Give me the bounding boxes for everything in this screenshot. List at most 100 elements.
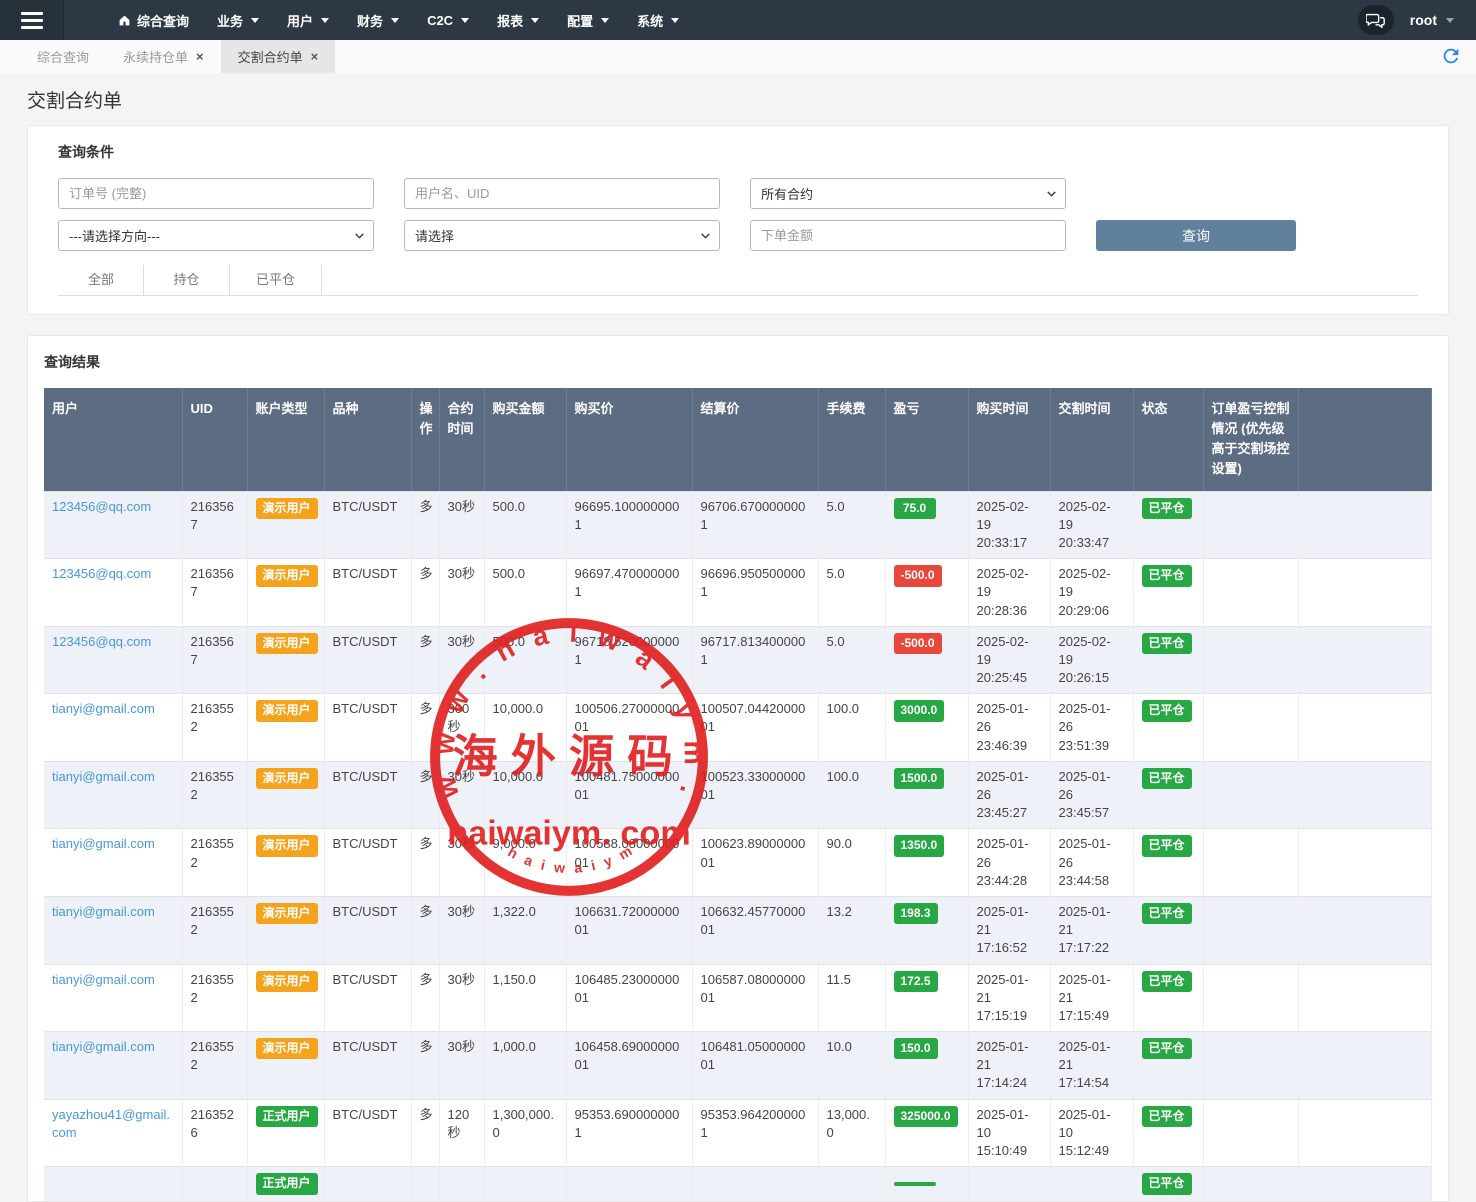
cell-account-type: 演示用户 xyxy=(247,964,324,1032)
cell-pnl-control xyxy=(1203,491,1298,559)
chevron-down-icon xyxy=(391,18,399,23)
cell-direction xyxy=(411,1167,439,1201)
cell-buy-price: 95353.6900000001 xyxy=(566,1099,692,1167)
cell-pnl: 198.3 xyxy=(885,896,968,964)
cell-uid: 2163552 xyxy=(182,1032,247,1100)
page-title: 交割合约单 xyxy=(27,86,1449,113)
cell-pnl: 150.0 xyxy=(885,1032,968,1100)
cell-status: 已平仓 xyxy=(1133,694,1203,762)
cell-contract-period: 30秒 xyxy=(439,896,484,964)
chevron-down-icon xyxy=(251,18,259,23)
cell-contract-period: 30秒 xyxy=(439,1032,484,1100)
user-email-link[interactable]: tianyi@gmail.com xyxy=(52,972,155,987)
close-tab-icon[interactable]: × xyxy=(311,50,319,63)
navbar-right: root xyxy=(1358,0,1476,40)
status-badge: 已平仓 xyxy=(1142,1038,1192,1059)
cell-buy-time: 2025-01-26 23:44:28 xyxy=(968,829,1050,897)
filter-tab-0[interactable]: 全部 xyxy=(58,265,144,295)
status-badge: 已平仓 xyxy=(1142,633,1192,654)
cell-settle-price: 96717.8134000001 xyxy=(692,626,818,694)
cell-settle-price: 100523.3300000001 xyxy=(692,761,818,829)
results-panel: 查询结果 用户UID账户类型品种操作合约时间购买金额购买价结算价手续费盈亏购买时… xyxy=(27,335,1449,1202)
cell-symbol: BTC/USDT xyxy=(324,1099,411,1167)
user-email-link[interactable]: 123456@qq.com xyxy=(52,634,151,649)
cell-symbol: BTC/USDT xyxy=(324,896,411,964)
filter-tab-1[interactable]: 持仓 xyxy=(144,265,230,295)
pnl-badge: -500.0 xyxy=(894,633,942,654)
open-tab-label: 交割合约单 xyxy=(238,47,303,66)
table-row: 123456@qq.com2163567演示用户BTC/USDT多30秒500.… xyxy=(44,626,1432,694)
table-row: yayazhou41@gmail.com2163526正式用户BTC/USDT多… xyxy=(44,1099,1432,1167)
hamburger-menu-icon[interactable] xyxy=(0,0,64,40)
cell-contract-period: 30秒 xyxy=(439,761,484,829)
open-tab-2[interactable]: 交割合约单 × xyxy=(221,40,336,73)
orders-header-row: 用户UID账户类型品种操作合约时间购买金额购买价结算价手续费盈亏购买时间交割时间… xyxy=(44,388,1432,491)
nav-menu-item-1[interactable]: 业务 xyxy=(203,0,273,40)
close-tab-icon[interactable]: × xyxy=(196,50,204,63)
nav-menu-item-2[interactable]: 用户 xyxy=(273,0,343,40)
nav-menu-item-7[interactable]: 系统 xyxy=(623,0,693,40)
cell-delivery-time: 2025-02-19 20:26:15 xyxy=(1050,626,1133,694)
user-email-link[interactable]: tianyi@gmail.com xyxy=(52,1039,155,1054)
nav-menu-item-4[interactable]: C2C xyxy=(413,0,483,40)
chat-icon[interactable] xyxy=(1358,5,1394,35)
direction-select[interactable]: ---请选择方向--- xyxy=(58,220,374,251)
cell-settle-price: 96696.9505000001 xyxy=(692,559,818,627)
search-button[interactable]: 查询 xyxy=(1096,220,1296,251)
open-tab-0[interactable]: 综合查询 xyxy=(20,40,106,73)
cell-user: tianyi@gmail.com xyxy=(44,761,182,829)
user-uid-input[interactable] xyxy=(404,178,720,209)
cell-settle-price: 100623.8900000001 xyxy=(692,829,818,897)
cell-user: yayazhou41@gmail.com xyxy=(44,1099,182,1167)
user-menu[interactable]: root xyxy=(1410,12,1454,28)
order-amount-input[interactable] xyxy=(750,220,1066,251)
cell-uid: 2163567 xyxy=(182,491,247,559)
open-tab-1[interactable]: 永续持仓单× xyxy=(106,40,221,73)
cell-buy-amount: 1,000.0 xyxy=(484,1032,566,1100)
nav-menu-item-3[interactable]: 财务 xyxy=(343,0,413,40)
query-panel: 查询条件 所有合约 ---请选择方向--- 请选择 查询 xyxy=(27,125,1449,315)
user-email-link[interactable]: 123456@qq.com xyxy=(52,566,151,581)
user-email-link[interactable]: yayazhou41@gmail.com xyxy=(52,1107,170,1140)
user-email-link[interactable]: tianyi@gmail.com xyxy=(52,769,155,784)
cell-settle-price: 106587.0800000001 xyxy=(692,964,818,1032)
cell-delivery-time: 2025-01-26 23:45:57 xyxy=(1050,761,1133,829)
user-email-link[interactable]: 123456@qq.com xyxy=(52,499,151,514)
cell-contract-period: 30秒 xyxy=(439,964,484,1032)
cell-user: tianyi@gmail.com xyxy=(44,964,182,1032)
chevron-down-icon xyxy=(1446,18,1454,23)
cell-uid: 2163552 xyxy=(182,964,247,1032)
pnl-badge xyxy=(894,1182,936,1186)
order-no-input[interactable] xyxy=(58,178,374,209)
cell-direction: 多 xyxy=(411,491,439,559)
pnl-badge: 325000.0 xyxy=(894,1106,958,1127)
cell-filler xyxy=(1298,694,1432,762)
account-type-badge: 演示用户 xyxy=(256,700,318,721)
cell-buy-time: 2025-01-21 17:16:52 xyxy=(968,896,1050,964)
nav-menu-item-5[interactable]: 报表 xyxy=(483,0,553,40)
user-email-link[interactable]: tianyi@gmail.com xyxy=(52,701,155,716)
cell-fee: 100.0 xyxy=(818,694,885,762)
table-row: 123456@qq.com2163567演示用户BTC/USDT多30秒500.… xyxy=(44,491,1432,559)
cell-user: tianyi@gmail.com xyxy=(44,896,182,964)
table-row: 正式用户已平仓 xyxy=(44,1167,1432,1201)
cell-settle-price xyxy=(692,1167,818,1201)
status-select[interactable]: 请选择 xyxy=(404,220,720,251)
nav-menu-item-0[interactable]: 综合查询 xyxy=(104,0,203,40)
account-type-badge: 演示用户 xyxy=(256,971,318,992)
cell-symbol: BTC/USDT xyxy=(324,829,411,897)
user-email-link[interactable]: tianyi@gmail.com xyxy=(52,904,155,919)
contract-select[interactable]: 所有合约 xyxy=(750,178,1066,209)
cell-delivery-time: 2025-02-19 20:29:06 xyxy=(1050,559,1133,627)
chevron-down-icon xyxy=(671,18,679,23)
filter-tab-2[interactable]: 已平仓 xyxy=(230,265,322,295)
user-email-link[interactable]: tianyi@gmail.com xyxy=(52,836,155,851)
refresh-icon[interactable] xyxy=(1440,45,1462,67)
cell-buy-amount: 500.0 xyxy=(484,491,566,559)
account-type-badge: 演示用户 xyxy=(256,835,318,856)
cell-fee xyxy=(818,1167,885,1201)
nav-menu-item-6[interactable]: 配置 xyxy=(553,0,623,40)
cell-pnl: -500.0 xyxy=(885,626,968,694)
cell-uid: 2163526 xyxy=(182,1099,247,1167)
cell-uid: 2163567 xyxy=(182,559,247,627)
